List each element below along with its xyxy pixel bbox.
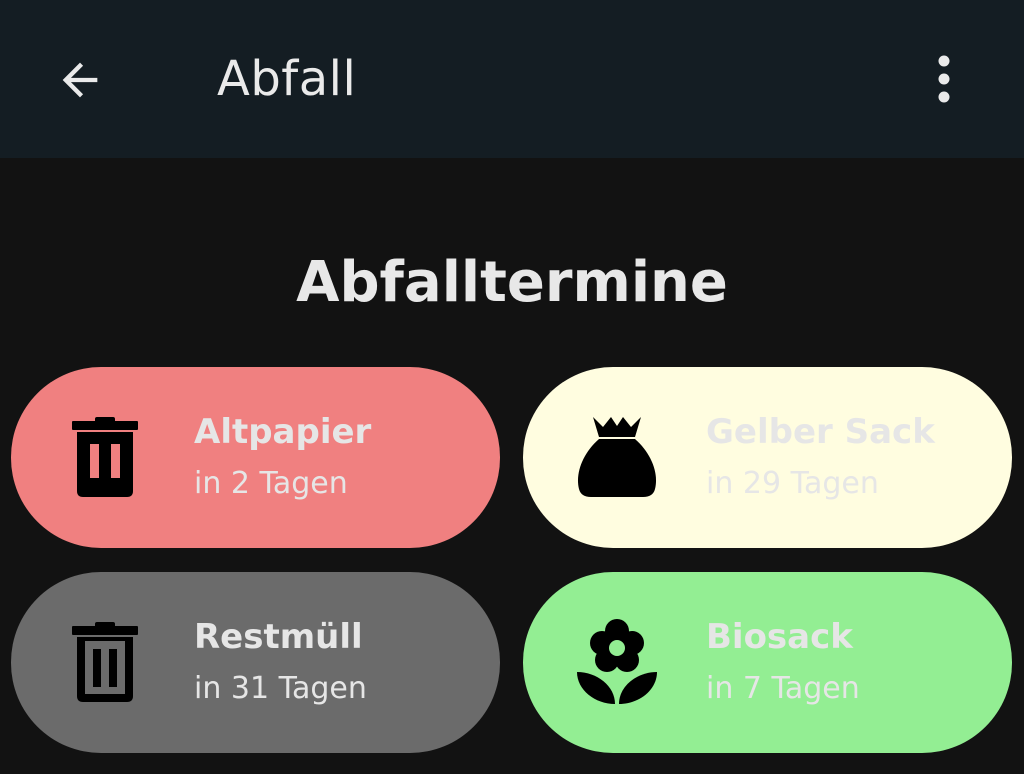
back-button[interactable] [40,40,120,120]
waste-card-restmuell[interactable]: Restmüll in 31 Tagen [11,572,500,753]
card-name: Restmüll [194,617,363,657]
card-due: in 7 Tagen [706,671,860,706]
app-bar: Abfall [0,0,1024,158]
waste-card-altpapier[interactable]: Altpapier in 2 Tagen [11,367,500,548]
waste-card-gelber-sack[interactable]: Gelber Sack in 29 Tagen [523,367,1012,548]
more-options-button[interactable] [904,40,984,120]
card-name: Gelber Sack [706,412,935,452]
app-bar-title: Abfall [217,51,357,107]
trash-can-outline-icon [63,620,147,704]
flower-icon [575,619,659,704]
card-due: in 31 Tagen [194,671,367,706]
card-due: in 2 Tagen [194,466,348,501]
card-name: Biosack [706,617,853,657]
card-due: in 29 Tagen [706,466,879,501]
card-name: Altpapier [194,412,372,452]
arrow-left-icon [62,62,98,98]
waste-card-biosack[interactable]: Biosack in 7 Tagen [523,572,1012,753]
more-vertical-icon [938,55,950,103]
trash-can-icon [63,415,147,499]
section-title: Abfalltermine [296,250,728,315]
money-bag-icon [575,415,659,499]
